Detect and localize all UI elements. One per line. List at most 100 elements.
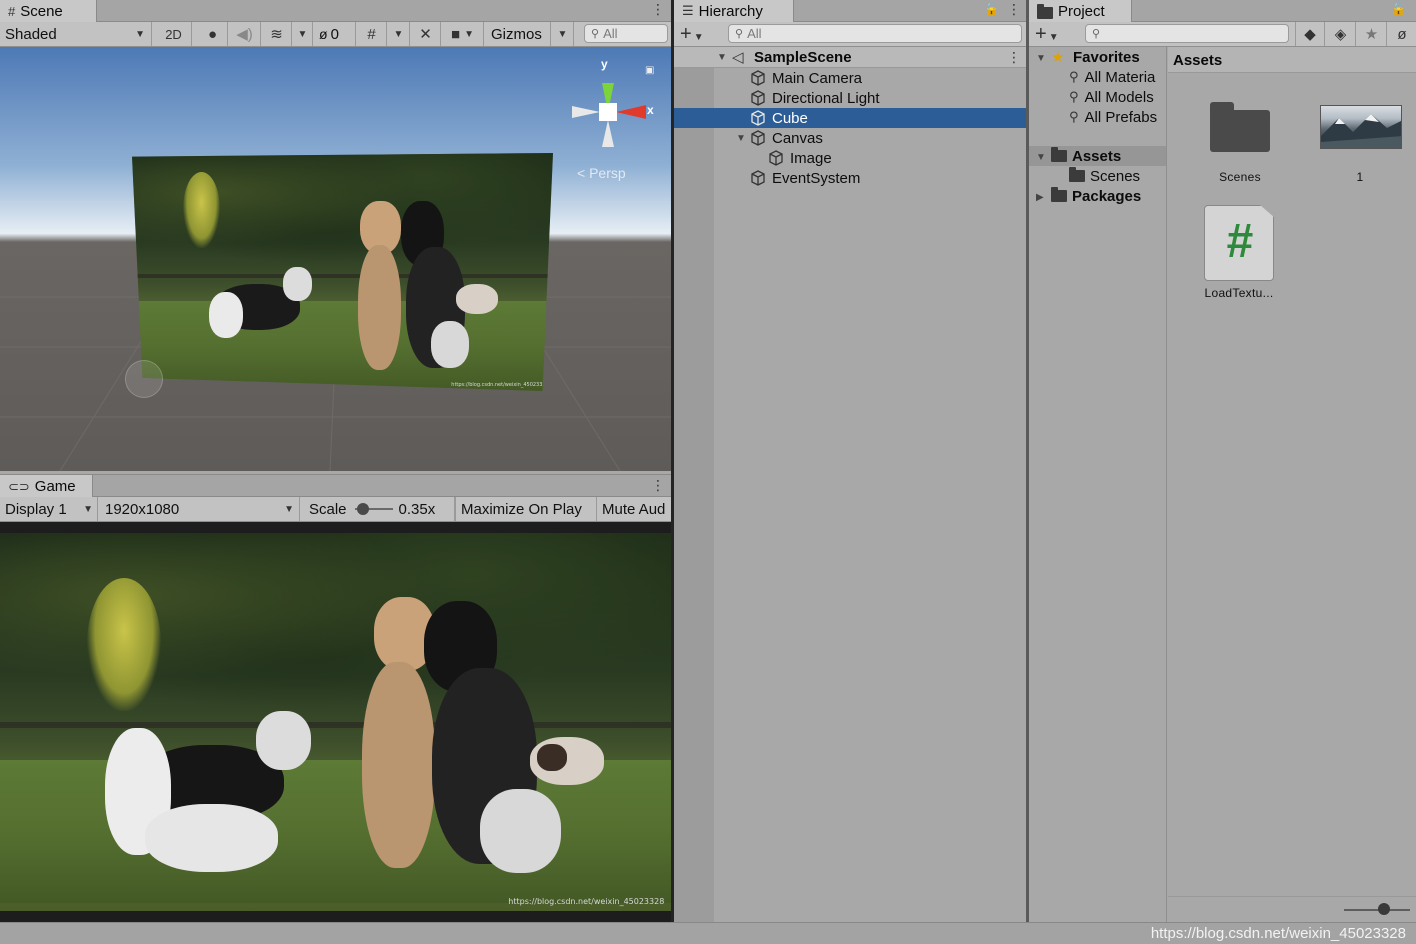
csharp-script-icon: # xyxy=(1226,215,1254,268)
folder-icon xyxy=(1069,167,1085,182)
game-viewport[interactable]: https://blog.csdn.net/weixin_45023328 xyxy=(0,522,671,922)
collapse-arrow-icon[interactable]: ▶ xyxy=(1036,192,1044,203)
persp-text: Persp xyxy=(589,165,626,181)
hierarchy-item-main-camera[interactable]: Main Camera xyxy=(750,68,862,88)
chevron-down-icon: ▼ xyxy=(693,32,704,43)
mountain-thumbnail xyxy=(1321,114,1401,148)
tree-scenes[interactable]: Scenes xyxy=(1069,166,1140,186)
asset-scenes-folder[interactable] xyxy=(1208,102,1270,154)
hierarchy-item-cube-selected[interactable] xyxy=(674,108,1026,128)
search-by-type-button[interactable]: ◆ xyxy=(1295,22,1325,46)
tab-project[interactable]: Project xyxy=(1029,0,1132,22)
shading-mode-dropdown[interactable]: Shaded ▼ xyxy=(0,22,152,46)
hierarchy-item-cube[interactable]: Cube xyxy=(750,108,808,128)
hierarchy-item-eventsystem[interactable]: EventSystem xyxy=(750,168,860,188)
mute-audio-label: Mute Aud xyxy=(602,500,666,518)
scene-header-row[interactable]: ▼ ◁ SampleScene ⋮ xyxy=(674,47,1026,68)
tab-project-label: Project xyxy=(1058,2,1105,20)
favorite-all-models[interactable]: ⚲ All Models xyxy=(1069,87,1154,107)
2d-toggle-button[interactable]: 2D xyxy=(156,22,192,46)
tools-button[interactable]: ✕ xyxy=(411,22,441,46)
tab-scene[interactable]: # Scene xyxy=(0,0,97,22)
chevron-down-icon: ▼ xyxy=(83,503,93,515)
persp-label[interactable]: < Persp xyxy=(577,165,626,181)
hierarchy-item-directional-light[interactable]: Directional Light xyxy=(750,88,880,108)
create-button[interactable]: + ▼ xyxy=(680,23,704,46)
hierarchy-gutter xyxy=(674,47,714,922)
grid-dropdown[interactable]: ▼ xyxy=(388,22,410,46)
gizmos-dropdown[interactable]: ▼ xyxy=(552,22,574,46)
layers-icon: ≋ xyxy=(270,26,283,43)
display-dropdown[interactable]: Display 1 ▼ xyxy=(0,497,98,521)
scene-viewport[interactable]: https://blog.csdn.net/weixin_45023328 y … xyxy=(0,47,671,471)
tree-packages[interactable]: Packages xyxy=(1051,186,1141,206)
fence xyxy=(132,274,553,278)
lighting-toggle-button[interactable]: ● xyxy=(198,22,228,46)
tree-assets[interactable]: Assets xyxy=(1051,146,1121,166)
expand-arrow-icon[interactable]: ▼ xyxy=(1036,53,1046,64)
gameobject-cube-icon xyxy=(769,150,783,166)
breadcrumb-assets[interactable]: Assets xyxy=(1173,52,1222,69)
star-icon: ★ xyxy=(1051,49,1065,66)
audio-toggle-button[interactable]: ◀) xyxy=(229,22,261,46)
hidden-count: 0 xyxy=(330,25,339,43)
favorite-all-prefabs[interactable]: ⚲ All Prefabs xyxy=(1069,107,1157,127)
favorite-button[interactable]: ★ xyxy=(1357,22,1387,46)
hierarchy-item-image[interactable]: Image xyxy=(768,148,832,168)
asset-script[interactable]: # xyxy=(1204,205,1274,281)
icon-size-slider-track[interactable] xyxy=(1344,909,1410,911)
yellow-tree xyxy=(182,172,221,249)
cube-quad[interactable]: https://blog.csdn.net/weixin_45023328 xyxy=(132,153,553,391)
effects-toggle-button[interactable]: ≋ xyxy=(262,22,292,46)
tag-icon: ◈ xyxy=(1334,26,1347,43)
effects-dropdown[interactable]: ▼ xyxy=(293,22,313,46)
search-by-label-button[interactable]: ◈ xyxy=(1326,22,1356,46)
scene-search-input[interactable]: ⚲ All xyxy=(584,24,668,43)
favorite-label: All Models xyxy=(1084,88,1154,106)
favorites-label[interactable]: Favorites xyxy=(1073,49,1140,66)
list-icon: ☰ xyxy=(682,3,694,18)
lock-icon[interactable]: 🔓 xyxy=(984,2,999,16)
hidden-packages-button[interactable]: ø xyxy=(1388,22,1416,46)
expand-arrow-icon[interactable]: ▼ xyxy=(1036,152,1046,163)
husky-left xyxy=(101,710,322,881)
asset-scenes-label: Scenes xyxy=(1219,170,1261,184)
expand-arrow-icon[interactable]: ▼ xyxy=(736,133,746,144)
hidden-objects-toggle[interactable]: ø 0 xyxy=(314,22,356,46)
gizmos-button[interactable]: Gizmos xyxy=(485,22,551,46)
dog-background xyxy=(530,737,604,805)
tab-hierarchy[interactable]: ☰ Hierarchy xyxy=(674,0,794,22)
mute-audio-toggle[interactable]: Mute Aud xyxy=(597,497,671,521)
resolution-dropdown[interactable]: 1920x1080 ▼ xyxy=(100,497,300,521)
maximize-on-play-toggle[interactable]: Maximize On Play xyxy=(455,497,597,521)
grid-toggle-button[interactable]: # xyxy=(357,22,387,46)
lock-icon[interactable]: 🔓 xyxy=(1391,2,1406,16)
tab-game-label: Game xyxy=(34,478,76,495)
search-icon: ⚲ xyxy=(1069,89,1079,104)
search-icon: ⚲ xyxy=(735,28,744,40)
icon-size-slider-thumb[interactable] xyxy=(1378,903,1390,915)
hierarchy-item-canvas[interactable]: Canvas xyxy=(750,128,823,148)
scene-kebab-menu-icon[interactable]: ⋮ xyxy=(1007,49,1021,66)
scale-slider-thumb[interactable] xyxy=(356,503,369,515)
chevron-down-icon: ▼ xyxy=(297,28,308,40)
tab-game[interactable]: ⊂⊃ Game xyxy=(0,475,93,498)
lock-icon[interactable]: ▣ xyxy=(645,65,654,76)
hierarchy-item-label: Main Camera xyxy=(772,69,863,87)
hierarchy-search-input[interactable]: ⚲ All xyxy=(728,24,1022,43)
project-search-input[interactable]: ⚲ xyxy=(1085,24,1289,43)
expand-arrow-icon[interactable]: ▼ xyxy=(717,52,727,63)
create-asset-button[interactable]: + ▼ xyxy=(1035,23,1059,46)
favorite-all-materials[interactable]: ⚲ All Materia xyxy=(1069,67,1155,87)
scene-kebab-menu-icon[interactable]: ⋮ xyxy=(651,1,665,18)
asset-image-1[interactable] xyxy=(1320,105,1402,149)
scale-slider[interactable] xyxy=(354,502,393,516)
tab-scene-label: Scene xyxy=(20,2,63,20)
hierarchy-kebab-menu-icon[interactable]: ⋮ xyxy=(1007,1,1021,18)
game-kebab-menu-icon[interactable]: ⋮ xyxy=(651,477,665,494)
gamepad-icon: ⊂⊃ xyxy=(8,478,30,494)
dog-photo: https://blog.csdn.net/weixin_45023328 xyxy=(0,533,671,911)
scale-label: Scale xyxy=(309,500,347,518)
camera-settings-button[interactable]: ■ ▼ xyxy=(442,22,484,46)
hierarchy-toolbar: + ▼ ⚲ All xyxy=(674,22,1026,47)
